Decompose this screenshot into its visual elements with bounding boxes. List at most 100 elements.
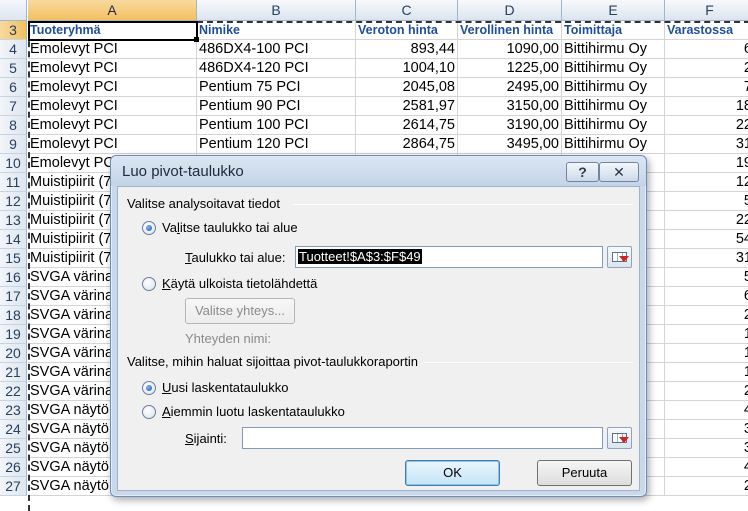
select-all-corner[interactable]	[0, 0, 27, 21]
table-cell[interactable]: 1	[665, 344, 748, 363]
table-cell[interactable]: Emolevyt PCI	[28, 97, 197, 116]
radio-new-worksheet-label[interactable]: Uusi laskentataulukko	[162, 380, 288, 395]
table-cell[interactable]: 12	[665, 173, 748, 192]
table-cell[interactable]: 7	[665, 78, 748, 97]
radio-select-table-label[interactable]: Valitse taulukko tai alue	[162, 220, 298, 235]
table-cell[interactable]: 1004,10	[356, 59, 458, 78]
row-header-7[interactable]: 7	[0, 97, 27, 116]
table-cell[interactable]: 2	[665, 477, 748, 496]
row-header-9[interactable]: 9	[0, 135, 27, 154]
table-cell[interactable]: Pentium 100 PCI	[197, 116, 356, 135]
column-header-a[interactable]: A	[28, 0, 197, 21]
close-button[interactable]: ✕	[599, 162, 639, 182]
help-button[interactable]: ?	[566, 162, 599, 182]
table-header-cell[interactable]: Verollinen hinta	[458, 21, 562, 40]
table-cell[interactable]: 1	[665, 325, 748, 344]
radio-new-worksheet[interactable]	[142, 381, 156, 395]
table-cell[interactable]: 4	[665, 401, 748, 420]
table-header-cell[interactable]: Veroton hinta	[356, 21, 458, 40]
table-cell[interactable]: 2495,00	[458, 78, 562, 97]
table-range-collapse-button[interactable]	[607, 246, 632, 268]
table-cell[interactable]: 18	[665, 97, 748, 116]
row-header-27[interactable]: 27	[0, 477, 27, 496]
table-cell[interactable]: 2	[665, 59, 748, 78]
row-header-21[interactable]: 21	[0, 363, 27, 382]
dialog-title-bar[interactable]: Luo pivot-taulukko ? ✕	[111, 156, 646, 186]
table-header-cell[interactable]: Toimittaja	[562, 21, 665, 40]
table-cell[interactable]: 3495,00	[458, 135, 562, 154]
column-header-e[interactable]: E	[562, 0, 665, 21]
row-header-15[interactable]: 15	[0, 249, 27, 268]
table-cell[interactable]: Emolevyt PCI	[28, 78, 197, 97]
table-cell[interactable]: 3150,00	[458, 97, 562, 116]
row-header-13[interactable]: 13	[0, 211, 27, 230]
location-input[interactable]	[242, 427, 603, 449]
table-range-input[interactable]: Tuotteet!$A$3:$F$49	[295, 246, 603, 268]
table-cell[interactable]: Emolevyt PCI	[28, 135, 197, 154]
table-cell[interactable]: 22	[665, 211, 748, 230]
row-header-3[interactable]: 3	[0, 21, 27, 40]
radio-external-source-label[interactable]: Käytä ulkoista tietolähdettä	[162, 276, 317, 291]
cancel-button[interactable]: Peruuta	[537, 460, 632, 486]
table-header-cell[interactable]: Tuoteryhmä	[28, 21, 197, 40]
table-cell[interactable]: 3	[665, 439, 748, 458]
column-header-d[interactable]: D	[458, 0, 562, 21]
table-cell[interactable]: Emolevyt PCI	[28, 116, 197, 135]
table-cell[interactable]: 19	[665, 154, 748, 173]
column-header-f[interactable]: F	[665, 0, 748, 21]
table-cell[interactable]: 3	[665, 420, 748, 439]
row-header-14[interactable]: 14	[0, 230, 27, 249]
table-cell[interactable]: 2045,08	[356, 78, 458, 97]
row-header-8[interactable]: 8	[0, 116, 27, 135]
row-header-19[interactable]: 19	[0, 325, 27, 344]
table-cell[interactable]: 4	[665, 458, 748, 477]
radio-existing-worksheet-label[interactable]: Aiemmin luotu laskentataulukko	[162, 404, 345, 419]
row-header-11[interactable]: 11	[0, 173, 27, 192]
table-cell[interactable]: Bittihirmu Oy	[562, 40, 665, 59]
row-header-10[interactable]: 10	[0, 154, 27, 173]
row-header-17[interactable]: 17	[0, 287, 27, 306]
table-cell[interactable]: 1225,00	[458, 59, 562, 78]
table-cell[interactable]: 31	[665, 249, 748, 268]
radio-external-source[interactable]	[142, 277, 156, 291]
row-header-22[interactable]: 22	[0, 382, 27, 401]
fill-handle[interactable]	[194, 37, 199, 42]
choose-connection-button[interactable]: Valitse yhteys...	[185, 298, 295, 324]
ok-button[interactable]: OK	[405, 460, 500, 486]
column-header-b[interactable]: B	[197, 0, 356, 21]
row-header-24[interactable]: 24	[0, 420, 27, 439]
table-cell[interactable]: 54	[665, 230, 748, 249]
table-cell[interactable]: Pentium 120 PCI	[197, 135, 356, 154]
table-cell[interactable]: 22	[665, 116, 748, 135]
table-cell[interactable]: Bittihirmu Oy	[562, 78, 665, 97]
row-header-20[interactable]: 20	[0, 344, 27, 363]
table-cell[interactable]: Emolevyt PCI	[28, 59, 197, 78]
row-header-12[interactable]: 12	[0, 192, 27, 211]
table-cell[interactable]: 2	[665, 306, 748, 325]
table-cell[interactable]: 486DX4-120 PCI	[197, 59, 356, 78]
radio-select-table[interactable]	[142, 221, 156, 235]
table-cell[interactable]: 3190,00	[458, 116, 562, 135]
table-cell[interactable]: 1090,00	[458, 40, 562, 59]
table-cell[interactable]: 1	[665, 363, 748, 382]
table-cell[interactable]: Bittihirmu Oy	[562, 116, 665, 135]
table-cell[interactable]: Bittihirmu Oy	[562, 97, 665, 116]
row-header-18[interactable]: 18	[0, 306, 27, 325]
table-cell[interactable]: 2581,97	[356, 97, 458, 116]
table-cell[interactable]: 2	[665, 382, 748, 401]
row-header-26[interactable]: 26	[0, 458, 27, 477]
table-cell[interactable]: 31	[665, 135, 748, 154]
row-header-4[interactable]: 4	[0, 40, 27, 59]
row-header-23[interactable]: 23	[0, 401, 27, 420]
table-cell[interactable]: Pentium 90 PCI	[197, 97, 356, 116]
row-header-6[interactable]: 6	[0, 78, 27, 97]
table-cell[interactable]: 6	[665, 287, 748, 306]
table-cell[interactable]: Pentium 75 PCI	[197, 78, 356, 97]
radio-existing-worksheet[interactable]	[142, 405, 156, 419]
row-header-25[interactable]: 25	[0, 439, 27, 458]
table-cell[interactable]: Bittihirmu Oy	[562, 135, 665, 154]
table-cell[interactable]: 2864,75	[356, 135, 458, 154]
table-cell[interactable]: 2614,75	[356, 116, 458, 135]
table-cell[interactable]: 486DX4-100 PCI	[197, 40, 356, 59]
table-cell[interactable]: 5	[665, 192, 748, 211]
